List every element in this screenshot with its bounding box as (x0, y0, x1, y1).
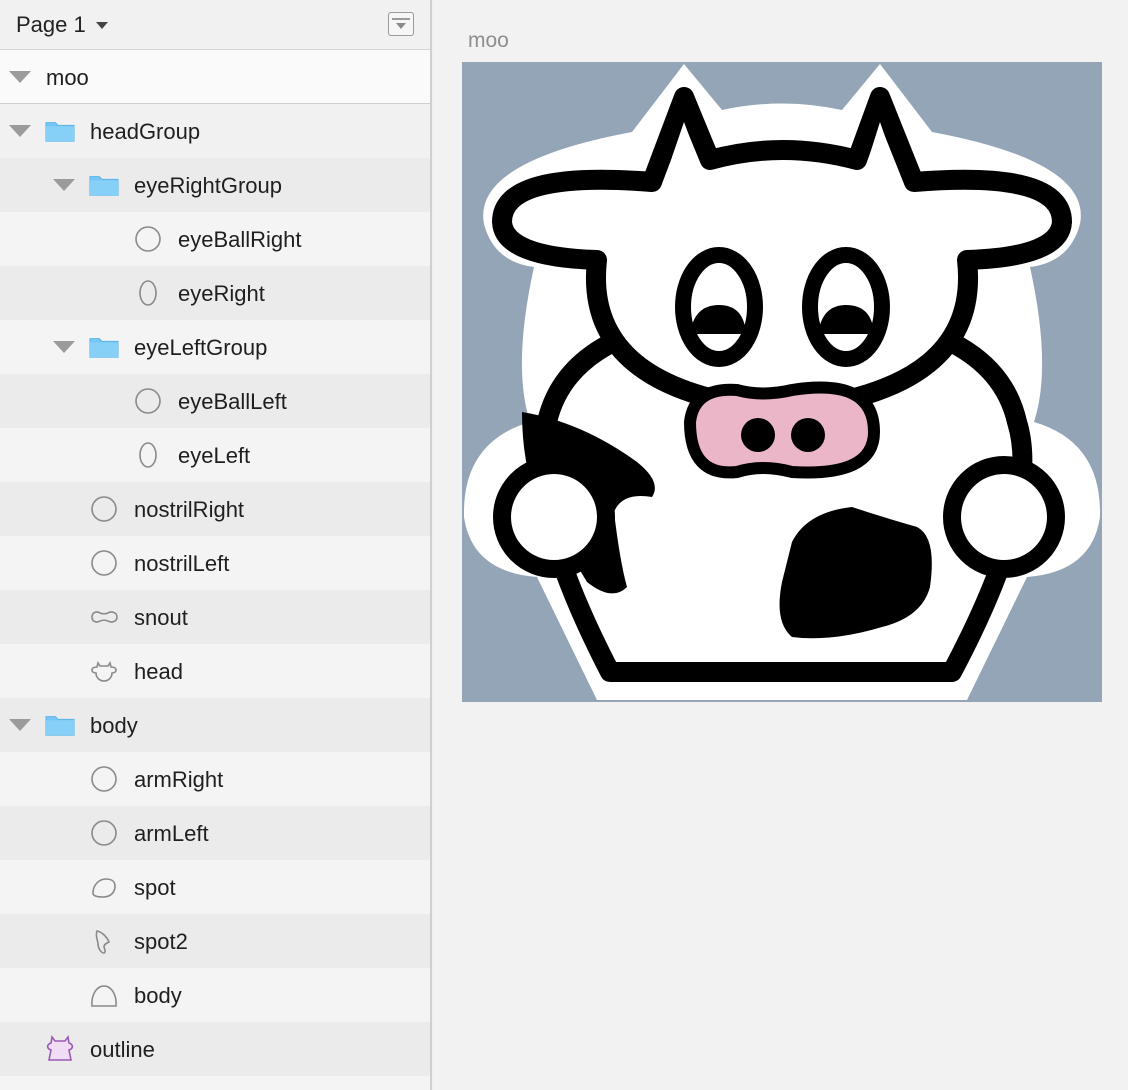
layer-row[interactable]: body (0, 968, 430, 1022)
collapse-pages-icon[interactable] (388, 12, 414, 36)
disclosure-triangle-icon[interactable] (9, 125, 31, 137)
layer-label: armLeft (134, 821, 209, 846)
arm-right-shape[interactable] (943, 456, 1065, 578)
layer-label: nostrilRight (134, 497, 245, 522)
layer-row[interactable]: headGroup (0, 104, 430, 158)
layer-row[interactable]: eyeBallLeft (0, 374, 430, 428)
head-shape-icon (89, 657, 119, 685)
layer-label: eyeRight (178, 281, 265, 306)
layer-row[interactable]: nostrilLeft (0, 536, 430, 590)
disclosure-triangle-icon[interactable] (9, 71, 31, 83)
spot2-shape-icon (89, 927, 119, 955)
layer-label: snout (134, 605, 188, 630)
layer-label: head (134, 659, 183, 684)
ellipse-icon (133, 441, 163, 469)
sidebar-empty-space (0, 1076, 430, 1090)
layer-row[interactable]: eyeLeft (0, 428, 430, 482)
layer-row[interactable]: nostrilRight (0, 482, 430, 536)
layer-label: headGroup (90, 119, 201, 144)
layer-row[interactable]: eyeBallRight (0, 212, 430, 266)
oval-icon (89, 495, 119, 523)
arm-left-shape[interactable] (493, 456, 615, 578)
folder-icon (45, 117, 75, 145)
layer-label: spot2 (134, 929, 188, 954)
folder-icon (45, 711, 75, 739)
layer-label: eyeLeftGroup (134, 335, 268, 360)
layer-label: spot (134, 875, 176, 900)
page-name: Page 1 (16, 11, 86, 37)
layer-row[interactable]: eyeRightGroup (0, 158, 430, 212)
layer-row[interactable]: armLeft (0, 806, 430, 860)
nostril-right-shape[interactable] (791, 418, 825, 452)
body-shape-icon (89, 981, 119, 1009)
oval-icon (89, 765, 119, 793)
oval-icon (133, 225, 163, 253)
artboard-moo[interactable] (462, 62, 1102, 702)
snout-shape-icon (89, 603, 119, 631)
outline-shape-icon (45, 1035, 75, 1063)
layer-row[interactable]: armRight (0, 752, 430, 806)
nostril-left-shape[interactable] (741, 418, 775, 452)
layer-label: eyeBallRight (178, 227, 302, 252)
layer-label: nostrilLeft (134, 551, 230, 576)
layers-sidebar: Page 1 moo headGroup eyeRightGroup eyeBa… (0, 0, 432, 1090)
cow-illustration[interactable] (462, 62, 1102, 702)
disclosure-triangle-icon[interactable] (9, 719, 31, 731)
snout-shape[interactable] (683, 381, 881, 479)
canvas[interactable]: moo (434, 0, 1128, 1090)
page-selector[interactable]: Page 1 (0, 0, 430, 50)
layer-row[interactable]: head (0, 644, 430, 698)
disclosure-triangle-icon[interactable] (53, 341, 75, 353)
layer-row[interactable]: outline (0, 1022, 430, 1076)
oval-icon (89, 819, 119, 847)
artboard-label: moo (46, 65, 89, 90)
layer-label: body (90, 713, 138, 738)
eye-right-group[interactable] (802, 247, 890, 367)
artboard-row-moo[interactable]: moo (0, 50, 430, 104)
folder-icon (89, 171, 119, 199)
layer-row[interactable]: eyeLeftGroup (0, 320, 430, 374)
layer-row[interactable]: body (0, 698, 430, 752)
layer-label: armRight (134, 767, 224, 792)
layer-row[interactable]: snout (0, 590, 430, 644)
layer-row[interactable]: spot2 (0, 914, 430, 968)
chevron-down-icon[interactable] (95, 22, 108, 29)
layer-label: eyeRightGroup (134, 173, 282, 198)
layer-label: body (134, 983, 182, 1008)
layer-label: outline (90, 1037, 155, 1062)
oval-icon (89, 549, 119, 577)
oval-icon (133, 387, 163, 415)
layer-label: eyeLeft (178, 443, 251, 468)
layer-row[interactable]: spot (0, 860, 430, 914)
layer-row[interactable]: eyeRight (0, 266, 430, 320)
layer-label: eyeBallLeft (178, 389, 287, 414)
spot-shape-icon (89, 873, 119, 901)
eye-left-group[interactable] (675, 247, 763, 367)
ellipse-icon (133, 279, 163, 307)
artboard-title[interactable]: moo (468, 29, 509, 53)
disclosure-triangle-icon[interactable] (53, 179, 75, 191)
folder-icon (89, 333, 119, 361)
